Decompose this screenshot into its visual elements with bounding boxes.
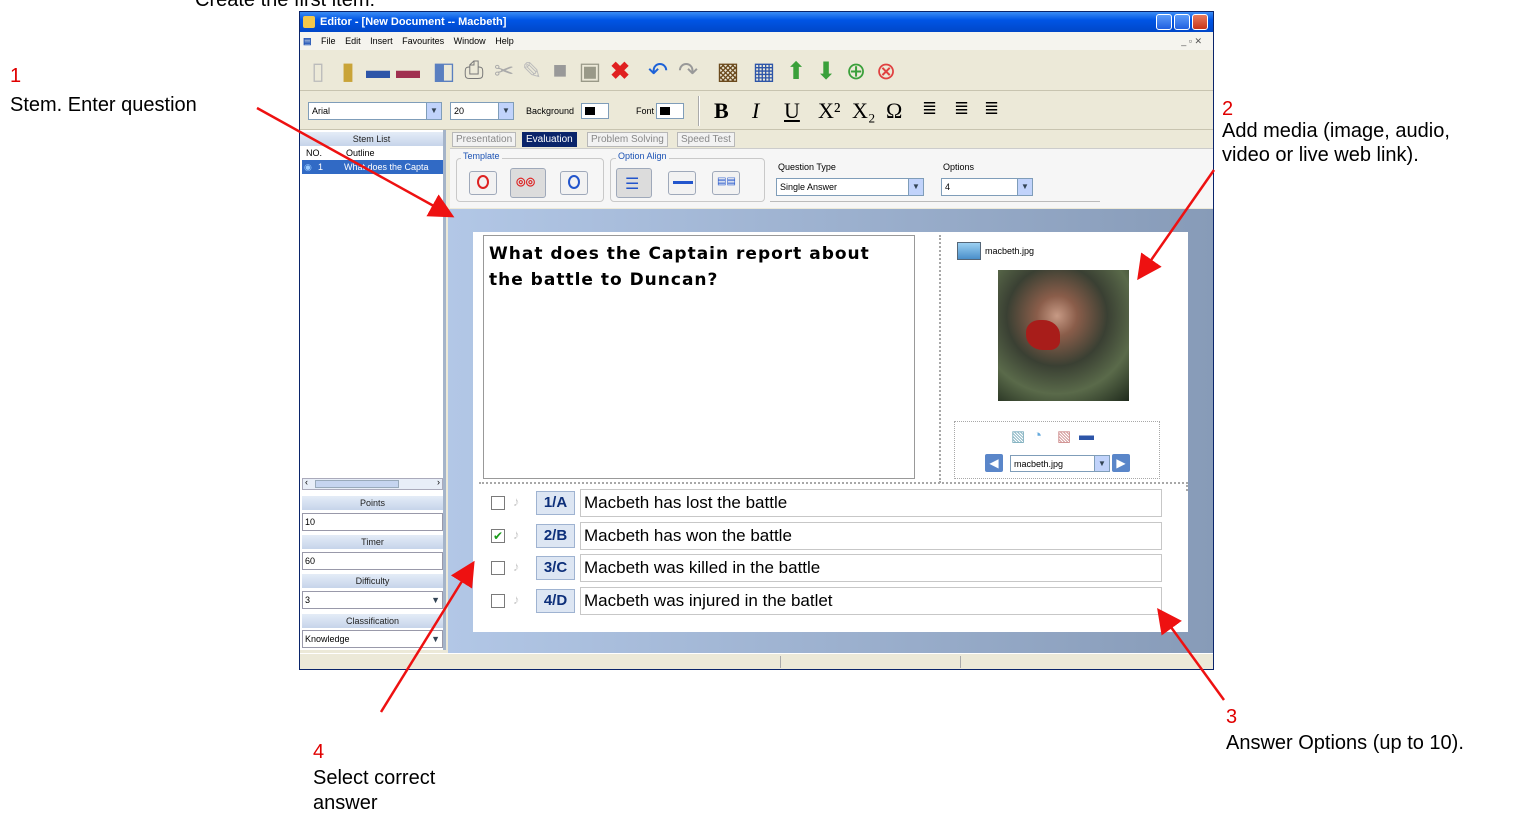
- arrow-to-stem: [256, 106, 455, 218]
- annotation-arrows: [256, 106, 1226, 713]
- screenshot-stage: Create the first item: Editor - [New Doc…: [0, 0, 1537, 829]
- arrow-to-options: [1157, 607, 1226, 701]
- arrow-to-checkbox: [379, 560, 475, 713]
- arrow-to-media: [1137, 169, 1216, 281]
